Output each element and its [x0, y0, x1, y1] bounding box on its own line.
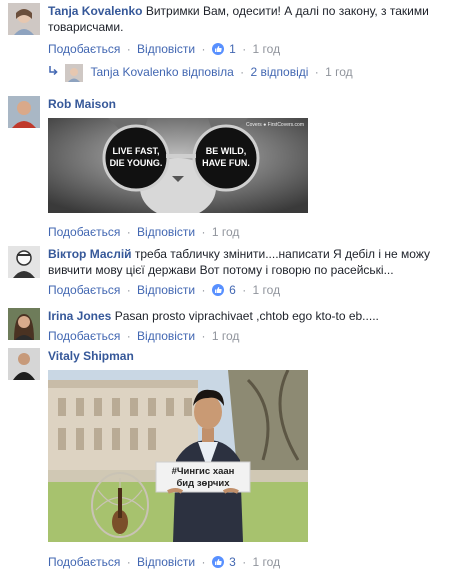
reply-button[interactable]: Відповісти	[137, 225, 195, 239]
separator: ·	[201, 225, 206, 239]
reply-button[interactable]: Відповісти	[137, 329, 195, 343]
comment-text: Tanja Kovalenko Витримки Вам, одесити! А…	[48, 3, 449, 35]
comment-author[interactable]: Tanja Kovalenko	[48, 4, 142, 18]
comment-text: Irina Jones Pasan prosto viprachivaet ,c…	[48, 308, 449, 324]
timestamp[interactable]: 1 год	[212, 225, 240, 239]
reply-author[interactable]: Tanja Kovalenko	[90, 65, 178, 79]
lens-right-line2: HAVE FUN.	[202, 158, 250, 168]
like-count[interactable]: 6	[229, 283, 236, 297]
comment-body: Rob Maison	[48, 96, 449, 112]
separator: ·	[240, 65, 245, 80]
like-button[interactable]: Подобається	[48, 42, 120, 56]
avatar[interactable]	[8, 348, 40, 380]
like-button[interactable]: Подобається	[48, 283, 120, 297]
like-count[interactable]: 3	[229, 555, 236, 569]
avatar[interactable]	[8, 96, 40, 128]
separator: ·	[242, 283, 247, 297]
like-button[interactable]: Подобається	[48, 225, 120, 239]
comment-actions: Подобається · Відповісти · 1 год	[48, 328, 449, 344]
comment-actions: Подобається · Відповісти · 1 · 1 год	[48, 41, 449, 57]
reply-button[interactable]: Відповісти	[137, 283, 195, 297]
timestamp[interactable]: 1 год	[253, 283, 281, 297]
comment-body: Irina Jones Pasan prosto viprachivaet ,c…	[48, 308, 449, 344]
comment-message: Pasan prosto viprachivaet ,chtob ego kto…	[114, 309, 379, 323]
attached-image[interactable]: LIVE FAST, DIE YOUNG. BE WILD, HAVE FUN.…	[48, 118, 308, 213]
comment-text: Rob Maison	[48, 96, 449, 112]
lens-right-line1: BE WILD,	[206, 146, 247, 156]
sign-line-2: бид зөрчих	[176, 478, 230, 489]
timestamp[interactable]: 1 год	[253, 42, 281, 56]
separator: ·	[242, 42, 247, 56]
comment-author[interactable]: Vitaly Shipman	[48, 349, 134, 363]
comment-body: Vitaly Shipman	[48, 348, 449, 364]
comment-actions: Подобається · Відповісти · 1 год	[48, 224, 239, 240]
comment-author[interactable]: Rob Maison	[48, 97, 116, 111]
comment-author[interactable]: Віктор Маслій	[48, 247, 132, 261]
comment: Rob Maison LIVE FAST, DIE YOUNG. BE WILD…	[0, 96, 457, 246]
avatar[interactable]	[8, 308, 40, 340]
reply-verb[interactable]: відповіла	[182, 65, 234, 79]
like-icon	[211, 284, 224, 296]
like-count[interactable]: 1	[229, 42, 236, 56]
comment-author[interactable]: Irina Jones	[48, 309, 111, 323]
comment: Irina Jones Pasan prosto viprachivaet ,c…	[0, 306, 457, 346]
separator: ·	[126, 283, 131, 297]
separator: ·	[201, 555, 206, 569]
like-icon	[211, 556, 224, 568]
image-watermark: Covers ● FirstCovers.com	[246, 122, 304, 128]
lens-left-line2: DIE YOUNG.	[110, 158, 163, 168]
separator: ·	[126, 225, 131, 239]
sign-line-1: #Чингис хаан	[172, 466, 235, 477]
separator: ·	[242, 555, 247, 569]
separator: ·	[201, 283, 206, 297]
comment-body: Tanja Kovalenko Витримки Вам, одесити! А…	[48, 3, 449, 57]
comment-text: Віктор Маслій треба табличку змінити....…	[48, 246, 449, 278]
like-icon	[211, 43, 224, 55]
timestamp[interactable]: 1 год	[212, 329, 240, 343]
timestamp[interactable]: 1 год	[253, 555, 281, 569]
comment: Vitaly Shipman #Чингис хаан бид зөрчих П…	[0, 348, 457, 574]
avatar	[65, 64, 84, 82]
separator: ·	[201, 42, 206, 56]
reply-count[interactable]: 2 відповіді	[251, 65, 309, 79]
comment-actions: Подобається · Відповісти · 3 · 1 год	[48, 554, 280, 570]
avatar[interactable]	[8, 246, 40, 278]
reply-arrow-icon	[48, 65, 60, 81]
comment-actions: Подобається · Відповісти · 6 · 1 год	[48, 282, 449, 298]
timestamp[interactable]: 1 год	[325, 65, 353, 79]
attached-photo[interactable]: #Чингис хаан бид зөрчих	[48, 370, 308, 542]
reply-button[interactable]: Відповісти	[137, 555, 195, 569]
separator: ·	[126, 329, 131, 343]
like-button[interactable]: Подобається	[48, 555, 120, 569]
comment-body: Віктор Маслій треба табличку змінити....…	[48, 246, 449, 298]
view-replies[interactable]: Tanja Kovalenko відповіла · 2 відповіді …	[48, 64, 353, 82]
lens-left-line1: LIVE FAST,	[112, 146, 159, 156]
avatar[interactable]	[8, 3, 40, 35]
separator: ·	[201, 329, 206, 343]
reply-button[interactable]: Відповісти	[137, 42, 195, 56]
separator: ·	[314, 65, 319, 80]
comment: Віктор Маслій треба табличку змінити....…	[0, 246, 457, 302]
separator: ·	[126, 555, 131, 569]
comment: Tanja Kovalenko Витримки Вам, одесити! А…	[0, 0, 457, 90]
like-button[interactable]: Подобається	[48, 329, 120, 343]
comment-text: Vitaly Shipman	[48, 348, 449, 364]
separator: ·	[126, 42, 131, 56]
